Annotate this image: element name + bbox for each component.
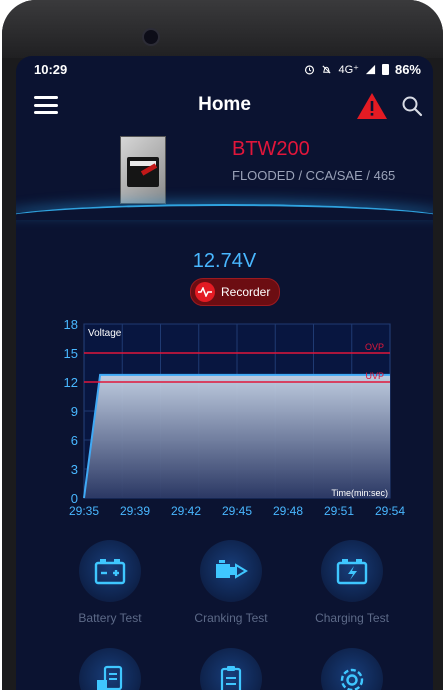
clipboard-icon — [200, 648, 262, 690]
report-icon — [79, 648, 141, 690]
status-time: 10:29 — [34, 62, 68, 77]
mute-icon — [322, 65, 332, 74]
battery-specs: FLOODED / CCA/SAE / 465 — [232, 168, 396, 183]
recorder-label: Recorder — [221, 285, 271, 299]
ref-label-ovp: OVP — [365, 342, 384, 352]
x-tick-label: 29:35 — [69, 504, 99, 518]
app-screen: 10:29 4G⁺ 86% Home BTW200 FLOODED / CCA/… — [16, 56, 433, 690]
menu-tile-charging-test[interactable]: Charging Test — [287, 540, 417, 625]
status-icons: 4G⁺ 86% — [304, 62, 421, 77]
x-tick-label: 29:48 — [273, 504, 303, 518]
y-tick-label: 9 — [71, 404, 78, 419]
search-icon[interactable] — [400, 94, 424, 118]
voltage-chart: OVPUVP 0369121518 29:35 29:39 29:42 29:45 29… — [64, 317, 406, 518]
signal-icon — [365, 64, 376, 75]
y-tick-label: 12 — [64, 375, 78, 390]
menu-tile-cranking-test[interactable]: Cranking Test — [166, 540, 296, 625]
y-tick-label: 15 — [64, 346, 78, 361]
warning-icon[interactable] — [356, 92, 388, 120]
charging-test-icon — [321, 540, 383, 602]
menu-tile-settings[interactable] — [287, 648, 417, 690]
y-tick-label: 6 — [71, 433, 78, 448]
battery-model: BTW200 — [232, 138, 310, 160]
y-tick-label: 18 — [64, 317, 78, 332]
menu-tile-label: Cranking Test — [194, 611, 268, 625]
battery-info-panel: BTW200 FLOODED / CCA/SAE / 465 — [16, 128, 433, 216]
recorder-button[interactable]: Recorder — [190, 278, 280, 306]
y-tick-label: 3 — [71, 462, 78, 477]
menu-tile-label: Battery Test — [78, 611, 142, 625]
chart-title: Voltage — [88, 328, 122, 339]
x-tick-label: 29:45 — [222, 504, 252, 518]
alarm-icon — [305, 65, 315, 75]
settings-icon — [321, 648, 383, 690]
menu-tile-clipboard[interactable] — [166, 648, 296, 690]
x-tick-label: 29:39 — [120, 504, 150, 518]
x-tick-label: 29:54 — [375, 504, 405, 518]
menu-tile-label: Charging Test — [315, 611, 389, 625]
voltage-reading: 12.74V — [192, 250, 257, 272]
network-indicator: 4G⁺ — [338, 64, 359, 76]
battery-percent: 86% — [394, 62, 421, 77]
cranking-test-icon — [200, 540, 262, 602]
phone-bezel — [2, 0, 443, 58]
phone-frame: 10:29 4G⁺ 86% Home BTW200 FLOODED / CCA/… — [2, 0, 443, 690]
battery-test-icon — [79, 540, 141, 602]
menu-tile-battery-test[interactable]: Battery Test — [45, 540, 175, 625]
battery-photo — [120, 136, 166, 204]
menu-tile-report[interactable] — [45, 648, 175, 690]
ref-label-uvp: UVP — [365, 371, 384, 381]
battery-icon — [381, 64, 389, 75]
x-tick-label: 29:51 — [324, 504, 354, 518]
x-axis-label: Time(min:sec) — [331, 488, 388, 498]
status-bar: 10:29 4G⁺ 86% — [16, 56, 433, 84]
pulse-icon — [195, 282, 215, 302]
voltage-area — [84, 374, 390, 498]
x-tick-label: 29:42 — [171, 504, 201, 518]
app-bar: Home — [16, 84, 433, 128]
front-camera — [142, 28, 160, 46]
